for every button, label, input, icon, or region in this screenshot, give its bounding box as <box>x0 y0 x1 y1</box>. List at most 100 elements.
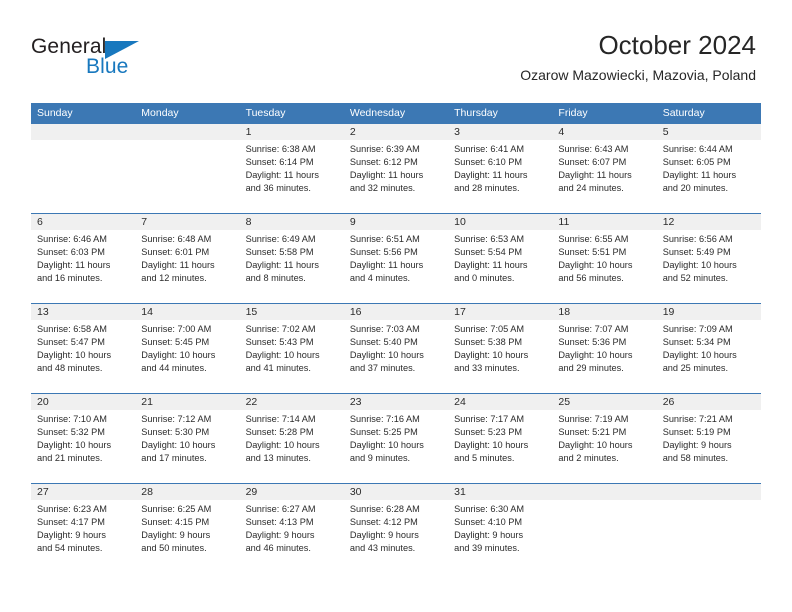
day-cell[interactable]: Sunrise: 6:44 AM Sunset: 6:05 PM Daylight:… <box>657 140 761 213</box>
day-detail-line: and 4 minutes. <box>349 273 411 284</box>
day-cell[interactable]: Sunrise: 6:25 AM Sunset: 4:15 PM Daylight:… <box>135 500 239 573</box>
day-detail-line: Sunset: 5:58 PM <box>245 247 314 258</box>
day-cell[interactable]: Sunrise: 6:49 AM Sunset: 5:58 PM Daylight:… <box>240 230 344 303</box>
day-detail-line: and 33 minutes. <box>454 363 520 374</box>
day-cell[interactable]: Sunrise: 6:30 AM Sunset: 4:10 PM Daylight:… <box>448 500 552 573</box>
day-number[interactable]: 26 <box>657 394 761 410</box>
day-number[interactable]: 6 <box>31 214 135 230</box>
day-cell[interactable]: Sunrise: 6:41 AM Sunset: 6:10 PM Daylight:… <box>448 140 552 213</box>
day-number[interactable]: 27 <box>31 484 135 500</box>
day-number[interactable]: 7 <box>135 214 239 230</box>
day-number[interactable]: 2 <box>344 124 448 140</box>
day-number[interactable]: 16 <box>344 304 448 320</box>
day-detail-line: Sunset: 5:19 PM <box>662 427 731 438</box>
day-cell[interactable]: Sunrise: 6:48 AM Sunset: 6:01 PM Daylight:… <box>135 230 239 303</box>
day-detail-line: Sunrise: 7:14 AM <box>245 414 316 424</box>
day-detail-line: Sunset: 5:51 PM <box>558 247 627 258</box>
day-detail-line: and 25 minutes. <box>662 363 729 374</box>
day-detail-line: Daylight: 9 hours <box>454 530 524 541</box>
day-number[interactable]: 10 <box>448 214 552 230</box>
day-cell[interactable]: Sunrise: 6:38 AM Sunset: 6:14 PM Daylight:… <box>240 140 344 213</box>
day-detail-line: Sunset: 4:13 PM <box>245 517 314 528</box>
day-detail-line: Daylight: 10 hours <box>558 260 633 271</box>
day-number[interactable]: 4 <box>552 124 656 140</box>
day-number[interactable]: 12 <box>657 214 761 230</box>
day-number[interactable]: 29 <box>240 484 344 500</box>
day-number[interactable]: 28 <box>135 484 239 500</box>
day-number[interactable]: 8 <box>240 214 344 230</box>
day-detail-line: and 46 minutes. <box>245 543 311 554</box>
day-detail-line: Daylight: 10 hours <box>245 440 320 451</box>
day-cell-empty <box>552 500 656 573</box>
day-number[interactable]: 15 <box>240 304 344 320</box>
day-number[interactable]: 24 <box>448 394 552 410</box>
day-cell[interactable]: Sunrise: 6:39 AM Sunset: 6:12 PM Daylight:… <box>344 140 448 213</box>
day-number[interactable]: 23 <box>344 394 448 410</box>
day-detail-line: and 41 minutes. <box>245 363 311 374</box>
day-number[interactable]: 31 <box>448 484 552 500</box>
day-number[interactable]: 9 <box>344 214 448 230</box>
day-cell[interactable]: Sunrise: 6:27 AM Sunset: 4:13 PM Daylight:… <box>240 500 344 573</box>
day-number[interactable]: 25 <box>552 394 656 410</box>
day-number[interactable]: 20 <box>31 394 135 410</box>
calendar-week-row: 6 7 8 9 10 11 12 Sunrise: 6:46 AM Sunset: 6:03 P… <box>31 213 761 303</box>
day-number-band: 6 7 8 9 10 11 12 <box>31 214 761 230</box>
day-detail-line: Daylight: 9 hours <box>141 530 211 541</box>
day-cell[interactable]: Sunrise: 6:43 AM Sunset: 6:07 PM Daylight:… <box>552 140 656 213</box>
day-cell[interactable]: Sunrise: 6:53 AM Sunset: 5:54 PM Daylight:… <box>448 230 552 303</box>
day-cell[interactable]: Sunrise: 7:03 AM Sunset: 5:40 PM Daylight:… <box>344 320 448 393</box>
day-detail-line: and 37 minutes. <box>349 363 416 374</box>
day-number[interactable]: 18 <box>552 304 656 320</box>
day-detail-line: and 8 minutes. <box>245 273 306 284</box>
day-cell[interactable]: Sunrise: 7:21 AM Sunset: 5:19 PM Daylight:… <box>657 410 761 483</box>
calendar-page: General Blue October 2024 Ozarow Mazowie… <box>0 0 792 612</box>
day-detail-line: and 48 minutes. <box>37 363 103 374</box>
day-number[interactable]: 5 <box>657 124 761 140</box>
day-detail-line: Sunrise: 6:58 AM <box>37 324 107 334</box>
day-cell[interactable]: Sunrise: 6:46 AM Sunset: 6:03 PM Daylight:… <box>31 230 135 303</box>
day-cell[interactable]: Sunrise: 7:07 AM Sunset: 5:36 PM Daylight:… <box>552 320 656 393</box>
day-cell[interactable]: Sunrise: 7:12 AM Sunset: 5:30 PM Daylight:… <box>135 410 239 483</box>
day-detail-line: Daylight: 10 hours <box>37 440 112 451</box>
brand-logo[interactable]: General Blue <box>31 35 211 85</box>
day-number[interactable]: 22 <box>240 394 344 410</box>
day-detail-line: and 44 minutes. <box>141 363 207 374</box>
day-number[interactable]: 30 <box>344 484 448 500</box>
day-cell[interactable]: Sunrise: 7:16 AM Sunset: 5:25 PM Daylight:… <box>344 410 448 483</box>
day-cell[interactable]: Sunrise: 7:05 AM Sunset: 5:38 PM Daylight:… <box>448 320 552 393</box>
day-detail-line: Daylight: 10 hours <box>245 350 320 361</box>
day-detail-line: and 54 minutes. <box>37 543 103 554</box>
day-number[interactable]: 19 <box>657 304 761 320</box>
day-number[interactable]: 11 <box>552 214 656 230</box>
day-cell[interactable]: Sunrise: 7:00 AM Sunset: 5:45 PM Daylight:… <box>135 320 239 393</box>
day-cell[interactable]: Sunrise: 6:28 AM Sunset: 4:12 PM Daylight:… <box>344 500 448 573</box>
day-cell[interactable]: Sunrise: 6:23 AM Sunset: 4:17 PM Daylight:… <box>31 500 135 573</box>
day-cell[interactable]: Sunrise: 6:58 AM Sunset: 5:47 PM Daylight:… <box>31 320 135 393</box>
day-detail-line: Sunrise: 7:09 AM <box>662 324 733 334</box>
day-cell[interactable]: Sunrise: 6:51 AM Sunset: 5:56 PM Daylight:… <box>344 230 448 303</box>
day-cell[interactable]: Sunrise: 6:56 AM Sunset: 5:49 PM Daylight:… <box>657 230 761 303</box>
day-cell-empty <box>31 140 135 213</box>
day-number[interactable]: 13 <box>31 304 135 320</box>
day-number[interactable]: 1 <box>240 124 344 140</box>
day-cell[interactable]: Sunrise: 7:19 AM Sunset: 5:21 PM Daylight:… <box>552 410 656 483</box>
day-cell[interactable]: Sunrise: 7:09 AM Sunset: 5:34 PM Daylight:… <box>657 320 761 393</box>
day-detail-line: and 17 minutes. <box>141 453 207 464</box>
day-cell[interactable]: Sunrise: 7:02 AM Sunset: 5:43 PM Daylight:… <box>240 320 344 393</box>
day-number[interactable]: 14 <box>135 304 239 320</box>
day-cell-row: Sunrise: 6:38 AM Sunset: 6:14 PM Daylight:… <box>31 140 761 213</box>
day-number[interactable]: 17 <box>448 304 552 320</box>
day-cell[interactable]: Sunrise: 7:17 AM Sunset: 5:23 PM Daylight:… <box>448 410 552 483</box>
day-cell[interactable]: Sunrise: 6:55 AM Sunset: 5:51 PM Daylight:… <box>552 230 656 303</box>
day-detail-line: Sunrise: 7:07 AM <box>558 324 629 334</box>
day-number[interactable]: 3 <box>448 124 552 140</box>
day-cell[interactable]: Sunrise: 7:14 AM Sunset: 5:28 PM Daylight:… <box>240 410 344 483</box>
day-detail-line: Sunset: 4:15 PM <box>141 517 210 528</box>
day-cell[interactable]: Sunrise: 7:10 AM Sunset: 5:32 PM Daylight:… <box>31 410 135 483</box>
weekday-header-monday: Monday <box>141 107 179 119</box>
day-detail-line: Sunset: 5:43 PM <box>245 337 314 348</box>
day-number[interactable]: 21 <box>135 394 239 410</box>
day-detail-line: Sunset: 5:30 PM <box>141 427 210 438</box>
calendar-grid: Sunday Monday Tuesday Wednesday Thursday Frid… <box>31 103 761 573</box>
day-detail-line: Sunrise: 6:38 AM <box>245 144 316 154</box>
